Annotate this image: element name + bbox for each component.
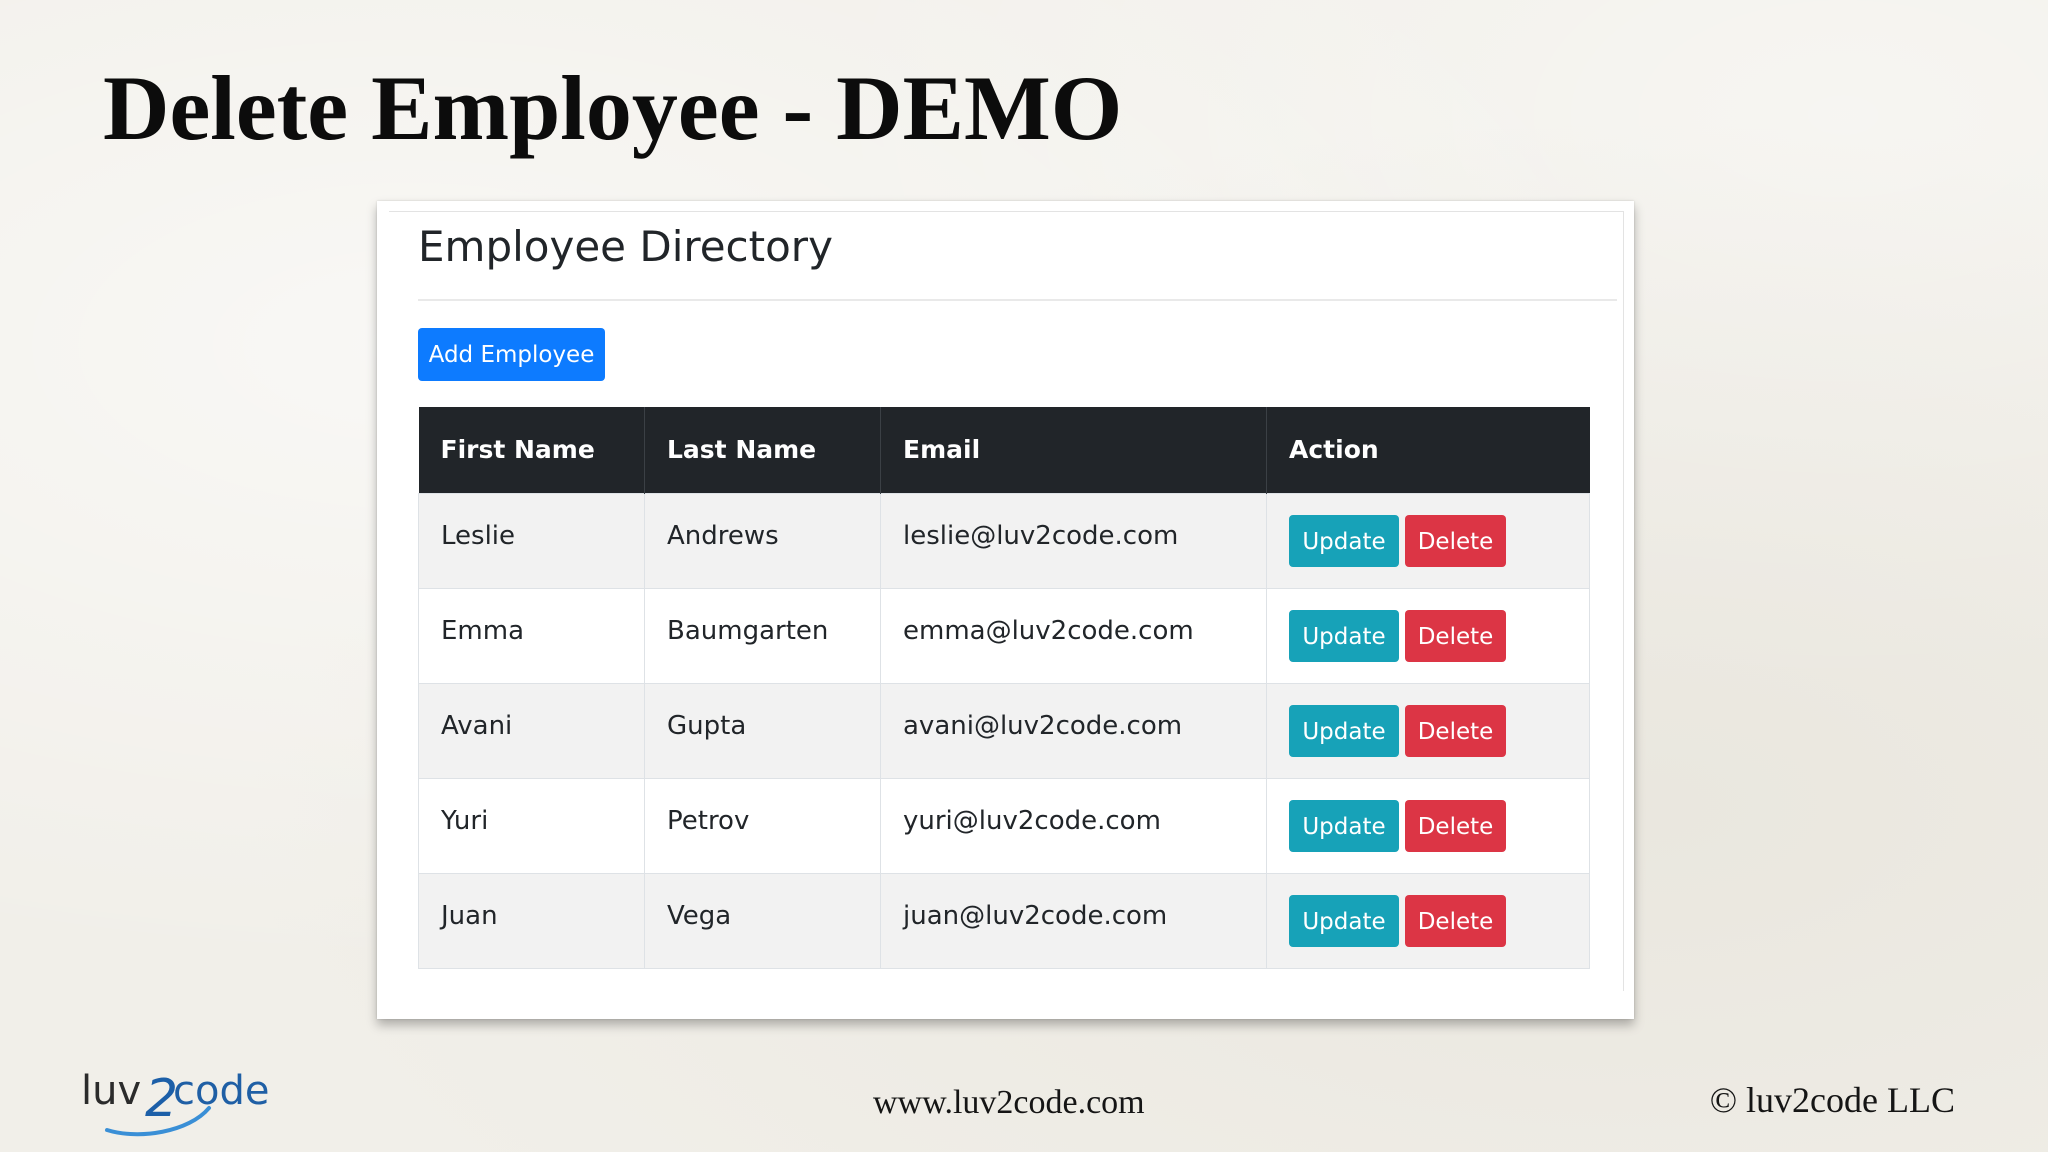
action-cell: Update Delete [1266, 777, 1590, 874]
delete-button[interactable]: Delete [1405, 799, 1506, 852]
update-button[interactable]: Update [1289, 704, 1399, 757]
email-text: leslie@luv2code.com [903, 520, 1179, 551]
logo-text-code: code [173, 1068, 269, 1114]
page-title: Employee Directory [418, 222, 833, 271]
last-name-text: Baumgarten [667, 615, 829, 646]
first-name-text: Avani [441, 710, 513, 741]
column-header-last-name: Last Name [644, 407, 881, 493]
title-divider [418, 299, 1617, 301]
email-text: avani@luv2code.com [903, 710, 1183, 741]
first-name-cell: Leslie [418, 492, 645, 589]
action-cell: Update Delete [1266, 587, 1590, 684]
column-header-email: Email [880, 407, 1267, 493]
delete-button[interactable]: Delete [1405, 704, 1506, 757]
delete-button[interactable]: Delete [1405, 609, 1506, 662]
action-cell: Update Delete [1266, 872, 1590, 969]
table-row: Emma Baumgarten emma@luv2code.com Update… [418, 587, 1590, 684]
employee-table: First Name Last Name Email Action Leslie… [418, 407, 1590, 969]
email-cell: juan@luv2code.com [880, 872, 1267, 969]
email-cell: yuri@luv2code.com [880, 777, 1267, 874]
first-name-text: Emma [441, 615, 525, 646]
last-name-cell: Vega [644, 872, 881, 969]
last-name-text: Petrov [667, 805, 750, 836]
email-text: emma@luv2code.com [903, 615, 1194, 646]
table-row: Avani Gupta avani@luv2code.com Update Del… [418, 682, 1590, 779]
update-button[interactable]: Update [1289, 609, 1399, 662]
first-name-cell: Emma [418, 587, 645, 684]
slide-title: Delete Employee - DEMO [103, 57, 1123, 159]
last-name-cell: Petrov [644, 777, 881, 874]
table-row: Juan Vega juan@luv2code.com Update Delete [418, 872, 1590, 969]
email-text: juan@luv2code.com [903, 900, 1168, 931]
luv2code-logo: luv 2 code [81, 1068, 269, 1137]
last-name-text: Vega [667, 900, 732, 931]
app-page: Employee Directory Add Employee First Na… [389, 211, 1624, 991]
last-name-text: Gupta [667, 710, 747, 741]
update-button[interactable]: Update [1289, 894, 1399, 947]
first-name-cell: Yuri [418, 777, 645, 874]
update-button[interactable]: Update [1289, 514, 1399, 567]
update-button[interactable]: Update [1289, 799, 1399, 852]
email-cell: avani@luv2code.com [880, 682, 1267, 779]
last-name-text: Andrews [667, 520, 779, 551]
column-header-first-name: First Name [418, 407, 645, 493]
app-screenshot: Employee Directory Add Employee First Na… [377, 201, 1634, 1019]
email-cell: leslie@luv2code.com [880, 492, 1267, 589]
delete-button[interactable]: Delete [1405, 894, 1506, 947]
table-header-row: First Name Last Name Email Action [418, 407, 1590, 493]
footer-url: www.luv2code.com [873, 1084, 1145, 1121]
last-name-cell: Baumgarten [644, 587, 881, 684]
first-name-text: Leslie [441, 520, 516, 551]
logo-text-luv: luv [81, 1068, 141, 1114]
action-cell: Update Delete [1266, 492, 1590, 589]
table-row: Leslie Andrews leslie@luv2code.com Updat… [418, 492, 1590, 589]
action-cell: Update Delete [1266, 682, 1590, 779]
first-name-text: Yuri [441, 805, 489, 836]
table-row: Yuri Petrov yuri@luv2code.com Update Dele… [418, 777, 1590, 874]
add-employee-button[interactable]: Add Employee [418, 328, 605, 381]
email-cell: emma@luv2code.com [880, 587, 1267, 684]
delete-button[interactable]: Delete [1405, 514, 1506, 567]
first-name-text: Juan [441, 900, 498, 931]
email-text: yuri@luv2code.com [903, 805, 1161, 836]
column-header-action: Action [1266, 407, 1590, 493]
last-name-cell: Andrews [644, 492, 881, 589]
footer-copyright: © luv2code LLC [1709, 1080, 1955, 1120]
first-name-cell: Avani [418, 682, 645, 779]
first-name-cell: Juan [418, 872, 645, 969]
last-name-cell: Gupta [644, 682, 881, 779]
